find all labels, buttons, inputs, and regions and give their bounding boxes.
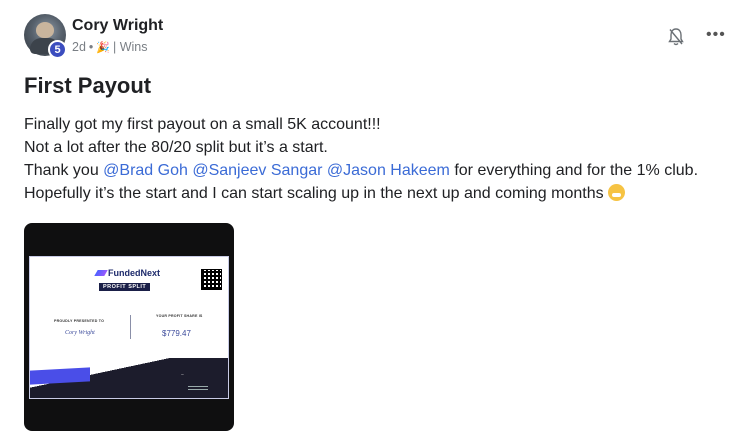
- recipient-name: Cory Wright: [65, 330, 95, 336]
- thanks-suffix: for everything and for the 1% club.: [449, 162, 699, 179]
- signature: ~: [181, 373, 184, 378]
- grinning-emoji-icon: [608, 184, 626, 201]
- brand-logo: FundedNext: [94, 268, 161, 278]
- post-line-1: Finally got my first payout on a small 5…: [24, 116, 381, 133]
- meta-separator: •: [88, 40, 94, 54]
- qr-code-icon: [201, 269, 222, 290]
- post-line-3: Thank you @Brad Goh @Sanjeev Sangar @Jas…: [24, 159, 724, 182]
- post-image[interactable]: FundedNext PROFIT SPLIT PROUDLY PRESENTE…: [24, 223, 234, 431]
- presented-label: PROUDLY PRESENTED TO: [54, 319, 105, 323]
- mention-brad-goh[interactable]: @Brad Goh: [103, 162, 188, 179]
- post-title: First Payout: [24, 73, 152, 98]
- brand-name: FundedNext: [108, 268, 161, 278]
- brand-mark-icon: [94, 270, 108, 276]
- profit-amount: $779.47: [162, 329, 191, 338]
- post-body: Finally got my first payout on a small 5…: [24, 113, 724, 205]
- post-line-4: Hopefully it’s the start and I can start…: [24, 182, 724, 205]
- avatar-head: [36, 22, 54, 38]
- more-icon[interactable]: •••: [706, 26, 726, 44]
- profit-split-banner: PROFIT SPLIT: [99, 283, 151, 291]
- bell-off-icon[interactable]: [667, 27, 685, 47]
- thanks-text: Thank you: [24, 162, 104, 179]
- certificate: FundedNext PROFIT SPLIT PROUDLY PRESENTE…: [29, 256, 229, 399]
- author-name[interactable]: Cory Wright: [72, 17, 163, 35]
- party-icon: 🎉: [96, 41, 110, 54]
- level-badge: 5: [48, 40, 67, 59]
- mention-jason-hakeem[interactable]: @Jason Hakeem: [327, 162, 450, 179]
- cert-divider: [130, 315, 131, 339]
- signature-lines: [188, 384, 208, 390]
- post-time[interactable]: 2d: [72, 40, 86, 54]
- post-meta: 2d • 🎉 | Wins: [72, 40, 148, 54]
- share-label: YOUR PROFIT SHARE IS: [156, 314, 203, 318]
- mention-sanjeev-sangar[interactable]: @Sanjeev Sangar: [192, 162, 322, 179]
- post-line-4-text: Hopefully it’s the start and I can start…: [24, 185, 604, 202]
- post-category[interactable]: | Wins: [113, 40, 148, 54]
- post-line-2: Not a lot after the 80/20 split but it’s…: [24, 139, 328, 156]
